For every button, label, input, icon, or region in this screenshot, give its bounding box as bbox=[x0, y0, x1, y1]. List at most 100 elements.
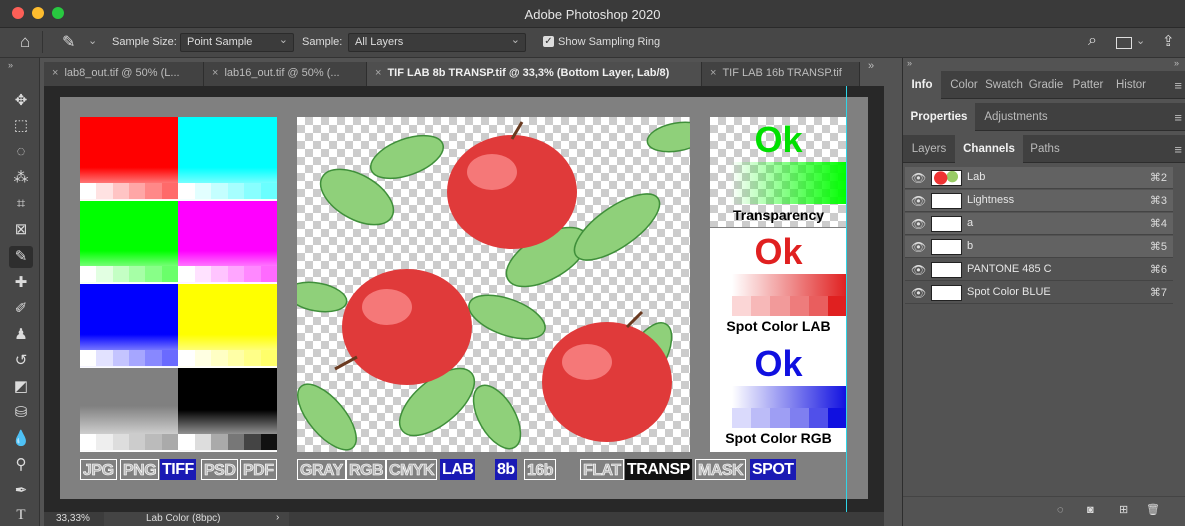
channel-row[interactable]: 👁 Spot Color BLUE ⌘7 bbox=[905, 282, 1173, 304]
pen-tool-icon[interactable]: ✒ bbox=[9, 480, 33, 502]
tab-tif-lab-16b-transp[interactable]: × TIF LAB 16b TRANSP.tif bbox=[702, 62, 860, 86]
visibility-eye-icon[interactable]: 👁 bbox=[911, 217, 926, 231]
status-chevron-icon[interactable]: › bbox=[276, 512, 279, 523]
save-selection-icon[interactable]: ◙ bbox=[1087, 504, 1094, 516]
type-tool-icon[interactable]: T bbox=[9, 504, 33, 526]
tab-channels[interactable]: Channels bbox=[955, 135, 1023, 163]
channel-shortcut: ⌘4 bbox=[1149, 218, 1167, 230]
label-mask: MASK bbox=[695, 459, 747, 480]
channel-row[interactable]: 👁 PANTONE 485 C ⌘6 bbox=[905, 259, 1173, 281]
channel-row[interactable]: 👁 Lightness ⌘3 bbox=[905, 190, 1173, 212]
clone-stamp-tool-icon[interactable]: ♟ bbox=[9, 324, 33, 346]
history-brush-tool-icon[interactable]: ↺ bbox=[9, 350, 33, 372]
visibility-eye-icon[interactable]: 👁 bbox=[911, 171, 926, 185]
show-sampling-ring-checkbox[interactable]: ✓ bbox=[543, 36, 554, 47]
tab-tif-lab-8b-transp[interactable]: × TIF LAB 8b TRANSP.tif @ 33,3% (Bottom L… bbox=[367, 62, 702, 86]
tools-panel: » ✥ ⬚ ◌ ⁂ ⌗ ⊠ ✎ ✚ ✐ ♟ ↺ ◩ ⛁ 💧 ⚲ ✒ T bbox=[0, 58, 40, 526]
apples-illustration bbox=[297, 121, 690, 451]
lasso-tool-icon[interactable]: ◌ bbox=[9, 141, 33, 163]
visibility-eye-icon[interactable]: 👁 bbox=[911, 263, 926, 277]
tab-swatches[interactable]: Swatch bbox=[984, 71, 1024, 99]
visibility-eye-icon[interactable]: 👁 bbox=[911, 240, 926, 254]
title-bar: Adobe Photoshop 2020 bbox=[0, 0, 1185, 28]
channel-row[interactable]: 👁 b ⌘5 bbox=[905, 236, 1173, 258]
magic-wand-tool-icon[interactable]: ⁂ bbox=[9, 167, 33, 189]
workspace-chevron-icon[interactable]: ⌄ bbox=[1136, 34, 1145, 47]
tab-adjustments[interactable]: Adjustments bbox=[977, 103, 1055, 131]
transparency-caption: Transparency bbox=[732, 207, 825, 223]
right-panel-dock: » » Info Color Swatch Gradie Patter Hist… bbox=[902, 58, 1185, 526]
workspace-icon[interactable] bbox=[1116, 37, 1132, 49]
channel-thumbnail bbox=[931, 193, 962, 209]
collapse-icon[interactable]: » bbox=[8, 60, 13, 70]
channel-row[interactable]: 👁 Lab ⌘2 bbox=[905, 167, 1173, 189]
blur-tool-icon[interactable]: 💧 bbox=[9, 428, 33, 450]
tab-lab16-out[interactable]: × lab16_out.tif @ 50% (... bbox=[204, 62, 367, 86]
label-tiff: TIFF bbox=[160, 459, 196, 480]
close-tab-icon[interactable]: × bbox=[212, 67, 218, 79]
visibility-eye-icon[interactable]: 👁 bbox=[911, 194, 926, 208]
tab-history[interactable]: Histor bbox=[1111, 71, 1151, 99]
document-info[interactable]: Lab Color (8bpc) bbox=[146, 513, 220, 524]
tab-lab8-out[interactable]: × lab8_out.tif @ 50% (L... bbox=[44, 62, 204, 86]
layers-panel-tabs: Layers Channels Paths ≡ bbox=[903, 135, 1185, 163]
sample-select[interactable]: All Layers bbox=[348, 33, 526, 52]
load-selection-icon[interactable]: ◌ bbox=[1057, 504, 1064, 516]
crop-tool-icon[interactable]: ⌗ bbox=[9, 193, 33, 215]
tab-layers[interactable]: Layers bbox=[903, 135, 955, 163]
options-bar: ⌂ ✎ ⌄ Sample Size: Point Sample Sample: … bbox=[0, 28, 1185, 58]
chevron-down-icon[interactable]: ⌄ bbox=[88, 34, 97, 47]
channel-shortcut: ⌘5 bbox=[1149, 241, 1167, 253]
tab-paths[interactable]: Paths bbox=[1023, 135, 1067, 163]
show-sampling-ring-label: Show Sampling Ring bbox=[558, 36, 661, 48]
tab-color[interactable]: Color bbox=[945, 71, 983, 99]
sample-size-label: Sample Size: bbox=[112, 36, 177, 48]
spot-lab-caption: Spot Color LAB bbox=[726, 318, 831, 334]
label-8b: 8b bbox=[495, 459, 517, 480]
eraser-tool-icon[interactable]: ◩ bbox=[9, 376, 33, 398]
tab-gradients[interactable]: Gradie bbox=[1027, 71, 1065, 99]
move-tool-icon[interactable]: ✥ bbox=[9, 90, 33, 112]
frame-tool-icon[interactable]: ⊠ bbox=[9, 219, 33, 241]
tab-properties[interactable]: Properties bbox=[903, 103, 975, 131]
more-tabs-icon[interactable]: » bbox=[868, 60, 874, 72]
panel-menu-icon[interactable]: ≡ bbox=[1174, 78, 1182, 93]
channel-shortcut: ⌘2 bbox=[1149, 172, 1167, 184]
channel-shortcut: ⌘3 bbox=[1149, 195, 1167, 207]
paint-bucket-tool-icon[interactable]: ⛁ bbox=[9, 402, 33, 424]
close-tab-icon[interactable]: × bbox=[52, 67, 58, 79]
brush-tool-icon[interactable]: ✐ bbox=[9, 298, 33, 320]
channel-thumbnail bbox=[931, 239, 962, 255]
guide-line bbox=[846, 86, 847, 512]
healing-brush-tool-icon[interactable]: ✚ bbox=[9, 272, 33, 294]
search-icon[interactable]: ⌕ bbox=[1088, 32, 1097, 50]
share-icon[interactable]: ⇪ bbox=[1162, 32, 1175, 50]
eyedropper-tool-icon[interactable]: ✎ bbox=[9, 246, 33, 268]
channel-name: PANTONE 485 C bbox=[967, 263, 1052, 275]
panel-menu-icon[interactable]: ≡ bbox=[1174, 110, 1182, 125]
trash-icon[interactable]: 🗑 bbox=[1146, 503, 1160, 516]
dodge-tool-icon[interactable]: ⚲ bbox=[9, 454, 33, 476]
magenta-steps bbox=[178, 266, 277, 282]
app-title: Adobe Photoshop 2020 bbox=[524, 7, 661, 22]
collapse-panels-right-icon[interactable]: » bbox=[1174, 58, 1179, 68]
channel-name: Lab bbox=[967, 171, 986, 183]
zoom-level[interactable]: 33,33% bbox=[56, 513, 90, 524]
spot-lab-steps bbox=[732, 296, 848, 316]
new-channel-icon[interactable]: ⊞ bbox=[1119, 503, 1128, 516]
channel-row[interactable]: 👁 a ⌘4 bbox=[905, 213, 1173, 235]
home-icon[interactable]: ⌂ bbox=[20, 32, 30, 52]
panel-menu-icon[interactable]: ≡ bbox=[1174, 142, 1182, 157]
close-tab-icon[interactable]: × bbox=[710, 67, 716, 79]
tab-patterns[interactable]: Patter bbox=[1068, 71, 1108, 99]
tab-info[interactable]: Info bbox=[903, 71, 941, 99]
sample-size-select[interactable]: Point Sample bbox=[180, 33, 294, 52]
apples-image bbox=[297, 117, 690, 452]
collapse-panels-icon[interactable]: » bbox=[907, 58, 912, 68]
close-tab-icon[interactable]: × bbox=[375, 67, 381, 79]
marquee-tool-icon[interactable]: ⬚ bbox=[9, 115, 33, 137]
channel-name: Spot Color BLUE bbox=[967, 286, 1051, 298]
ok-spot-lab: Ok bbox=[754, 231, 803, 272]
eyedropper-tool-preset-icon[interactable]: ✎ bbox=[62, 32, 75, 52]
visibility-eye-icon[interactable]: 👁 bbox=[911, 286, 926, 300]
